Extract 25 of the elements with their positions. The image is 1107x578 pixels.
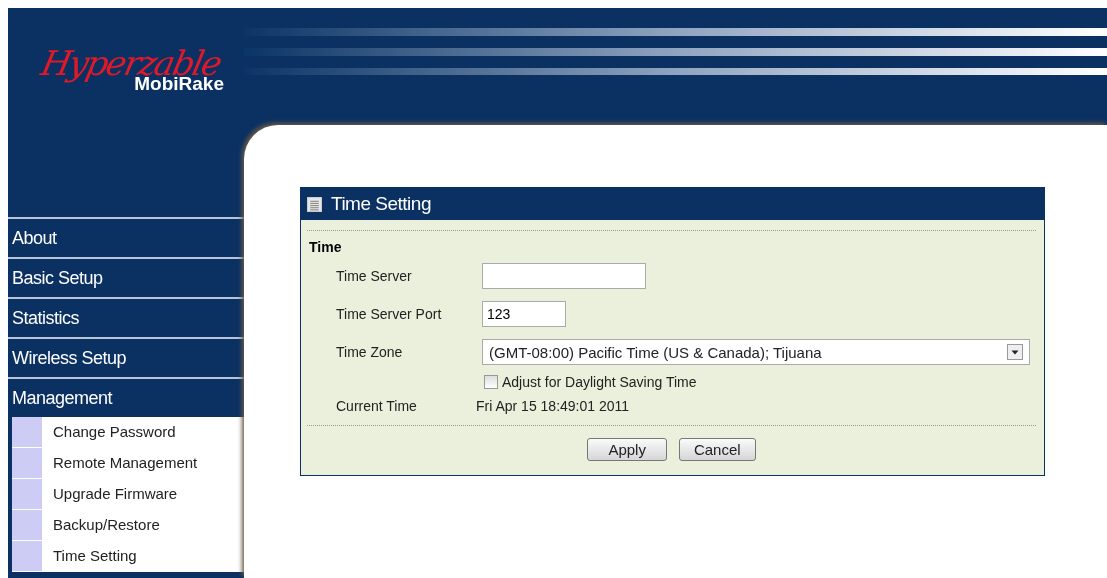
submenu-item[interactable]: Upgrade Firmware xyxy=(42,479,178,509)
submenu-marker xyxy=(12,541,42,571)
caret-icon xyxy=(1007,344,1023,360)
field-label: Time Server Port xyxy=(336,306,443,322)
time-zone-select[interactable]: (GMT-08:00) Pacific Time (US & Canada); Tijuana xyxy=(482,339,1030,365)
submenu-item[interactable]: Backup/Restore xyxy=(42,510,160,540)
submenu-marker xyxy=(12,510,42,540)
section-title: Time xyxy=(309,239,343,255)
checkbox[interactable] xyxy=(484,375,498,389)
field-label: Time Server xyxy=(336,268,413,284)
form-button[interactable]: Cancel xyxy=(678,438,756,461)
input-field[interactable]: 123 xyxy=(482,301,566,327)
submenu-item[interactable]: Remote Management xyxy=(42,448,198,478)
submenu-marker xyxy=(12,417,42,447)
panel-title: Time Setting xyxy=(331,193,431,215)
form-button[interactable]: Apply xyxy=(587,438,667,461)
checkbox-label: Adjust for Daylight Saving Time xyxy=(502,374,697,390)
submenu-item[interactable]: Change Password xyxy=(42,417,176,447)
current-time-value: Fri Apr 15 18:49:01 2011 xyxy=(476,398,630,414)
document-icon xyxy=(307,196,322,212)
submenu-marker xyxy=(12,448,42,478)
input-field[interactable] xyxy=(482,263,646,289)
submenu-item[interactable]: Time Setting xyxy=(42,541,137,571)
submenu-marker xyxy=(12,479,42,509)
field-label: Time Zone xyxy=(336,344,404,360)
